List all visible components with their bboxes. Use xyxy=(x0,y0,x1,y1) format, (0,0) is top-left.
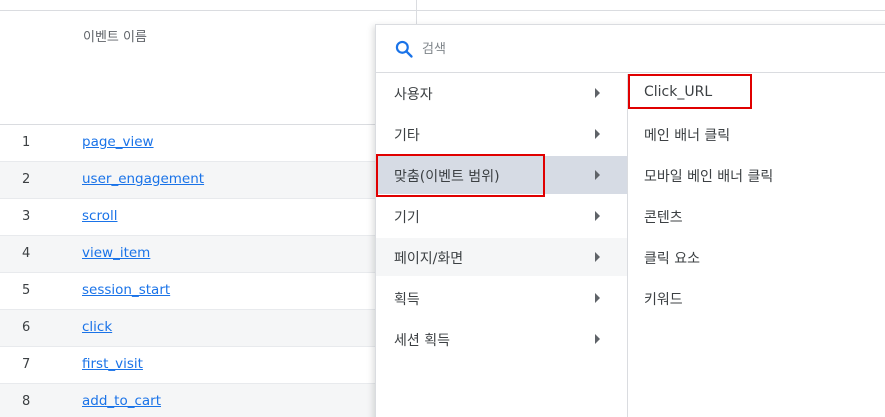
category-label: 페이지/화면 xyxy=(394,251,464,267)
subitem-label: 콘텐츠 xyxy=(644,210,683,226)
category-label: 세션 획득 xyxy=(394,333,450,349)
column-header-event-name: 이벤트 이름 xyxy=(83,30,147,45)
subitem-mobile-banner-click[interactable]: 모바일 베인 배너 클릭 xyxy=(628,156,885,194)
chevron-right-icon xyxy=(595,334,600,344)
category-item-device[interactable]: 기기 xyxy=(376,197,627,235)
table-row: 5 session_start xyxy=(0,273,380,310)
subitem-keyword[interactable]: 키워드 xyxy=(628,279,885,317)
table-row: 2 user_engagement xyxy=(0,162,380,199)
search-bar xyxy=(376,25,885,73)
chevron-right-icon xyxy=(595,293,600,303)
subcategory-list: Click_URL 메인 배너 클릭 모바일 베인 배너 클릭 콘텐츠 클릭 요… xyxy=(628,74,885,417)
category-label: 획득 xyxy=(394,292,420,308)
category-label: 기타 xyxy=(394,128,420,144)
subitem-content[interactable]: 콘텐츠 xyxy=(628,197,885,235)
subitem-label: 메인 배너 클릭 xyxy=(644,128,731,144)
subitem-label: 모바일 베인 배너 클릭 xyxy=(644,169,774,185)
category-label: 기기 xyxy=(394,210,420,226)
row-number: 8 xyxy=(22,394,31,409)
chevron-right-icon xyxy=(595,88,600,98)
event-name-link[interactable]: user_engagement xyxy=(82,171,204,187)
event-name-link[interactable]: view_item xyxy=(82,245,150,261)
row-number: 7 xyxy=(22,357,31,372)
category-label: 사용자 xyxy=(394,87,433,103)
subitem-label: 클릭 요소 xyxy=(644,251,700,267)
category-item-page-screen[interactable]: 페이지/화면 xyxy=(376,238,627,276)
row-number: 3 xyxy=(22,209,31,224)
row-number: 2 xyxy=(22,172,31,187)
table-row: 8 add_to_cart xyxy=(0,384,380,417)
table-row: 7 first_visit xyxy=(0,347,380,384)
event-name-link[interactable]: page_view xyxy=(82,134,154,150)
chevron-right-icon xyxy=(595,252,600,262)
category-item-custom-event-scope[interactable]: 맞춤(이벤트 범위) xyxy=(376,156,627,194)
event-name-link[interactable]: session_start xyxy=(82,282,170,298)
subitem-click-element[interactable]: 클릭 요소 xyxy=(628,238,885,276)
category-label: 맞춤(이벤트 범위) xyxy=(394,169,500,185)
row-number: 6 xyxy=(22,320,31,335)
event-name-link[interactable]: click xyxy=(82,319,112,335)
event-name-link[interactable]: first_visit xyxy=(82,356,143,372)
table-top-border xyxy=(0,10,885,11)
row-number: 5 xyxy=(22,283,31,298)
column-divider xyxy=(416,0,417,24)
category-item-other[interactable]: 기타 xyxy=(376,115,627,153)
subitem-main-banner-click[interactable]: 메인 배너 클릭 xyxy=(628,115,885,153)
category-item-acquisition[interactable]: 획득 xyxy=(376,279,627,317)
search-icon xyxy=(395,40,413,58)
category-item-user[interactable]: 사용자 xyxy=(376,74,627,112)
category-item-session-acquisition[interactable]: 세션 획득 xyxy=(376,320,627,358)
subitem-click-url[interactable]: Click_URL xyxy=(628,74,885,112)
event-name-link[interactable]: add_to_cart xyxy=(82,393,161,409)
dimension-picker-menu: 사용자 기타 맞춤(이벤트 범위) 기기 페이지/화면 획득 세션 획득 xyxy=(375,24,885,417)
table-row: 6 click xyxy=(0,310,380,347)
category-list: 사용자 기타 맞춤(이벤트 범위) 기기 페이지/화면 획득 세션 획득 xyxy=(376,74,627,417)
chevron-right-icon xyxy=(595,211,600,221)
table-row: 1 page_view xyxy=(0,125,380,162)
event-name-link[interactable]: scroll xyxy=(82,208,117,224)
chevron-right-icon xyxy=(595,170,600,180)
row-number: 4 xyxy=(22,246,31,261)
chevron-right-icon xyxy=(595,129,600,139)
table-row: 3 scroll xyxy=(0,199,380,236)
search-input[interactable] xyxy=(422,35,802,63)
table-row: 4 view_item xyxy=(0,236,380,273)
subitem-label: 키워드 xyxy=(644,292,683,308)
subitem-label: Click_URL xyxy=(644,84,713,100)
row-number: 1 xyxy=(22,135,31,150)
